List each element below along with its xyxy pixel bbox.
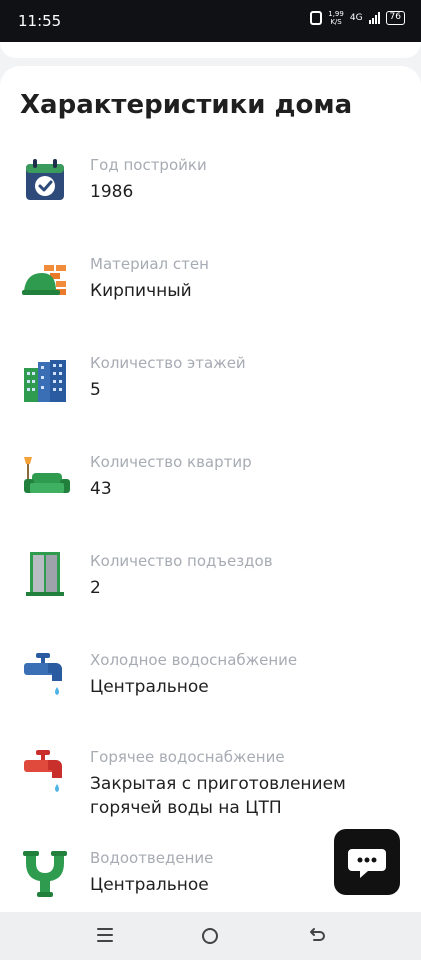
characteristic-value: 43 <box>90 479 112 499</box>
characteristic-label: Холодное водоснабжение <box>90 651 298 669</box>
battery-icon: 76 <box>385 11 405 25</box>
characteristic-value: 2 <box>90 578 101 598</box>
characteristic-label: Год постройки <box>90 156 207 174</box>
drain-pipe-icon <box>23 851 67 897</box>
status-bar: 11:55 1,99 K/S 4G 76 <box>0 0 421 42</box>
net-speed-value: 1,99 <box>328 10 344 18</box>
hot-water-tap-icon <box>24 750 62 792</box>
characteristic-value: Кирпичный <box>90 281 192 301</box>
characteristic-value: Закрытая с приготовлением горячей воды н… <box>90 774 346 818</box>
characteristic-value: 1986 <box>90 182 134 202</box>
characteristic-label: Горячее водоснабжение <box>90 748 285 766</box>
section-title: Характеристики дома <box>20 90 353 120</box>
nfc-icon <box>310 11 323 25</box>
home-circle-icon[interactable] <box>202 928 218 944</box>
menu-icon[interactable] <box>97 928 113 944</box>
sofa-lamp-icon <box>24 457 70 493</box>
back-icon[interactable] <box>306 926 326 946</box>
hardhat-bricks-icon <box>22 265 66 295</box>
chat-bubble-icon <box>348 849 386 878</box>
buildings-icon <box>24 360 66 402</box>
calendar-check-icon <box>26 159 64 200</box>
network-type: 4G <box>349 13 363 23</box>
characteristic-value: 5 <box>90 380 101 400</box>
chat-button[interactable] <box>334 829 400 895</box>
net-speed: 1,99 K/S <box>328 10 344 26</box>
characteristic-label: Количество квартир <box>90 453 252 471</box>
characteristic-label: Количество этажей <box>90 354 246 372</box>
previous-card <box>0 42 421 58</box>
net-speed-unit: K/S <box>330 18 342 26</box>
characteristic-value: Центральное <box>90 677 209 697</box>
characteristic-label: Водоотведение <box>90 849 214 867</box>
characteristic-label: Количество подъездов <box>90 552 273 570</box>
system-nav-bar <box>0 912 421 960</box>
elevator-door-icon <box>26 552 64 596</box>
status-time: 11:55 <box>18 12 62 30</box>
characteristic-label: Материал стен <box>90 255 209 273</box>
cold-water-tap-icon <box>24 653 62 695</box>
status-icons: 1,99 K/S 4G 76 <box>310 10 405 26</box>
signal-icon <box>368 12 380 24</box>
